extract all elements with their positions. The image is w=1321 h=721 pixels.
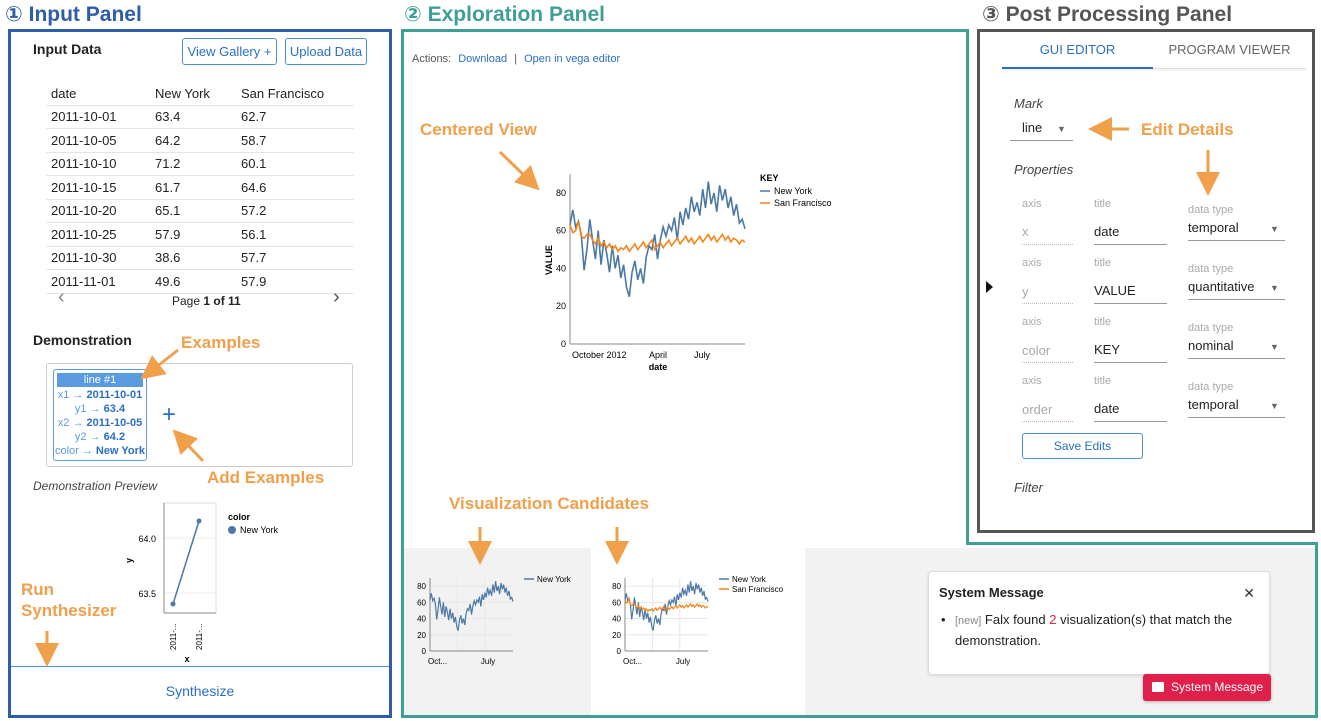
arrow-centered-view xyxy=(498,150,540,191)
annotation-arrows xyxy=(35,117,1220,667)
arrow-add-examples xyxy=(172,429,205,463)
arrow-examples xyxy=(140,348,179,380)
